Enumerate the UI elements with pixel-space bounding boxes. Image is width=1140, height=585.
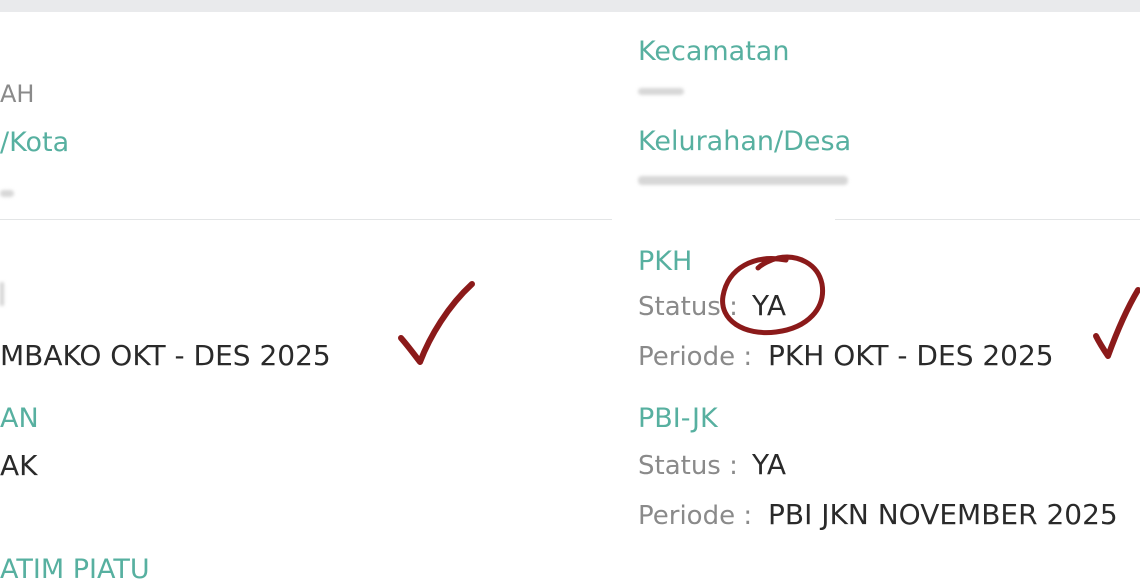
pbi-status-value: YA: [752, 448, 787, 481]
pkh-period-value: PKH OKT - DES 2025: [768, 339, 1054, 372]
checkmark-icon: [1093, 287, 1140, 359]
pbi-status-key: Status :: [638, 451, 738, 481]
city-label: /Kota: [0, 127, 70, 158]
bpnt-value: AK: [0, 449, 38, 482]
city-value-redacted: [0, 190, 14, 197]
top-bar: [0, 0, 1140, 12]
sembako-period-value: MBAKO OKT - DES 2025: [0, 339, 331, 372]
district-value-redacted: [638, 88, 684, 95]
village-label: Kelurahan/Desa: [638, 126, 852, 157]
sembako-label-cut: [0, 282, 4, 306]
circle-annotation-icon: [720, 254, 826, 336]
section-divider-left: [0, 219, 612, 220]
pkh-label: PKH: [638, 246, 693, 277]
checkmark-icon: [398, 281, 475, 365]
province-value: AH: [0, 80, 35, 108]
section-divider-right: [835, 219, 1140, 220]
pkh-period-key: Periode :: [638, 342, 753, 372]
village-value-redacted: [638, 176, 848, 185]
pbi-period-value: PBI JKN NOVEMBER 2025: [768, 498, 1118, 531]
district-label: Kecamatan: [638, 36, 790, 67]
pbi-period-key: Periode :: [638, 501, 753, 531]
pbi-label: PBI-JK: [638, 403, 718, 434]
bpnt-label: AN: [0, 403, 39, 434]
